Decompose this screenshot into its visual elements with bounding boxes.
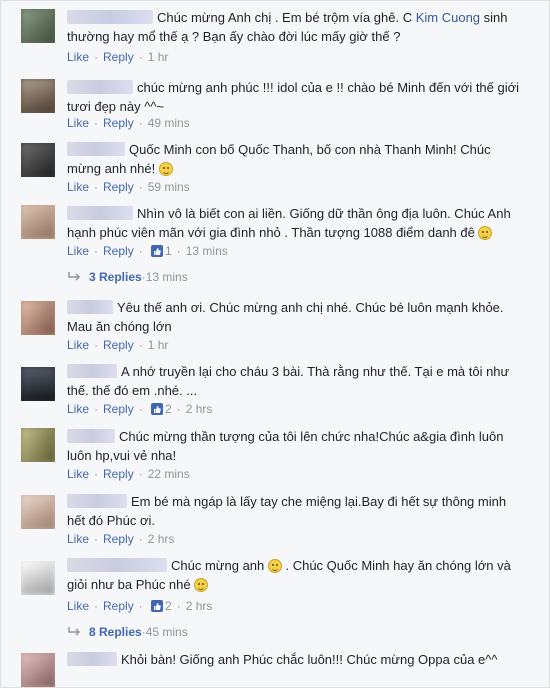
like-count[interactable]: 2 xyxy=(165,402,172,416)
comment-text: Khỏi bàn! Giống anh Phúc chắc luôn!!! Ch… xyxy=(67,650,527,669)
like-button[interactable]: Like xyxy=(67,244,89,258)
timestamp[interactable]: 2 hrs xyxy=(186,599,213,613)
like-icon xyxy=(151,245,164,257)
timestamp[interactable]: 22 mins xyxy=(148,467,190,481)
like-button[interactable]: Like xyxy=(67,402,89,416)
timestamp[interactable]: 59 mins xyxy=(148,180,190,194)
like-button[interactable]: Like xyxy=(67,180,89,194)
avatar[interactable] xyxy=(21,301,55,335)
comment-actions: Like · Reply · 2 · 2 hrs xyxy=(67,599,213,613)
smile-emoji-icon xyxy=(267,559,282,573)
commenter-name[interactable] xyxy=(67,652,117,666)
avatar[interactable] xyxy=(21,561,55,595)
comment-actions: Like · Reply · 1 hr xyxy=(67,338,169,352)
reply-button[interactable]: Reply xyxy=(103,467,134,481)
timestamp[interactable]: 13 mins xyxy=(186,244,228,258)
timestamp[interactable]: 1 hr xyxy=(148,338,169,352)
timestamp[interactable]: 2 hrs xyxy=(186,402,213,416)
replies-time: 13 mins xyxy=(145,270,188,284)
smile-emoji-icon xyxy=(194,578,209,592)
smile-emoji-icon xyxy=(158,162,173,176)
reply-button[interactable]: Reply xyxy=(103,244,134,258)
commenter-name[interactable] xyxy=(67,300,113,314)
like-button[interactable]: Like xyxy=(67,599,89,613)
avatar[interactable] xyxy=(21,653,55,687)
comment-text: Chúc mừng thần tượng của tôi lên chức nh… xyxy=(67,429,504,463)
comment-text: Quốc Minh con bố Quốc Thanh, bố con nhà … xyxy=(67,142,491,176)
timestamp[interactable]: 2 hrs xyxy=(148,532,175,546)
comment-actions: Like · Reply · 1 · 13 mins xyxy=(67,244,228,258)
reply-button[interactable]: Reply xyxy=(103,50,134,64)
comment-actions: Like · Reply · 59 mins xyxy=(67,180,190,194)
comment-text: Yêu thế anh ơi. Chúc mừng anh chị nhé. C… xyxy=(67,300,504,334)
like-button[interactable]: Like xyxy=(67,116,89,130)
commenter-name[interactable] xyxy=(67,142,125,156)
commenter-name[interactable] xyxy=(67,80,133,94)
avatar[interactable] xyxy=(21,428,55,462)
avatar[interactable] xyxy=(21,9,55,43)
comment-actions: Like · Reply · 49 mins xyxy=(67,116,190,130)
view-replies[interactable]: 3 Replies·13 mins xyxy=(67,268,188,286)
replies-count[interactable]: 3 Replies xyxy=(89,270,142,284)
reply-button[interactable]: Reply xyxy=(103,180,134,194)
replies-count[interactable]: 8 Replies xyxy=(89,625,142,639)
reply-button[interactable]: Reply xyxy=(103,116,134,130)
like-button[interactable]: Like xyxy=(67,532,89,546)
reply-button[interactable]: Reply xyxy=(103,402,134,416)
reply-arrow-icon xyxy=(68,272,81,281)
like-count[interactable]: 1 xyxy=(165,244,172,258)
comment-text: chúc mừng anh phúc !!! idol của e !! chà… xyxy=(67,80,520,114)
comments-panel: Chúc mừng Anh chị . Em bé trộm vía ghê. … xyxy=(0,0,550,688)
commenter-name[interactable] xyxy=(67,558,167,572)
avatar[interactable] xyxy=(21,79,55,113)
reply-arrow-icon xyxy=(68,627,81,636)
comment-actions: Like · Reply · 22 mins xyxy=(67,467,190,481)
avatar[interactable] xyxy=(21,367,55,401)
commenter-name[interactable] xyxy=(67,206,133,220)
avatar[interactable] xyxy=(21,205,55,239)
reply-button[interactable]: Reply xyxy=(103,532,134,546)
comment-text: Chúc mừng anh . Chúc Quốc Minh hay ăn ch… xyxy=(67,558,511,592)
like-button[interactable]: Like xyxy=(67,338,89,352)
comment-text: Em bé mà ngáp là lấy tay che miệng lại.B… xyxy=(67,494,507,528)
commenter-name[interactable] xyxy=(67,10,153,24)
like-button[interactable]: Like xyxy=(67,467,89,481)
timestamp[interactable]: 49 mins xyxy=(148,116,190,130)
avatar[interactable] xyxy=(21,143,55,177)
comment-text: A nhớ truyền lại cho cháu 3 bài. Thà rằn… xyxy=(67,364,510,398)
timestamp[interactable]: 1 hr xyxy=(148,50,169,64)
like-icon xyxy=(151,403,164,415)
replies-time: 45 mins xyxy=(145,625,188,639)
commenter-name[interactable] xyxy=(67,364,117,378)
like-count[interactable]: 2 xyxy=(165,599,172,613)
comment-text: Chúc mừng Anh chị . Em bé trộm vía ghê. … xyxy=(67,10,508,44)
like-icon xyxy=(151,600,164,612)
reply-button[interactable]: Reply xyxy=(103,338,134,352)
commenter-name[interactable] xyxy=(67,494,127,508)
reply-button[interactable]: Reply xyxy=(103,599,134,613)
comment-actions: Like · Reply · 1 hr xyxy=(67,50,169,64)
commenter-name[interactable] xyxy=(67,429,115,443)
like-button[interactable]: Like xyxy=(67,50,89,64)
grin-emoji-icon xyxy=(478,226,493,240)
comment-text: Nhìn vô là biết con ai liền. Giống dữ th… xyxy=(67,206,511,240)
view-replies[interactable]: 8 Replies·45 mins xyxy=(67,623,188,641)
mention-link[interactable]: Kim Cuong xyxy=(416,10,480,25)
comment-actions: Like · Reply · 2 · 2 hrs xyxy=(67,402,213,416)
avatar[interactable] xyxy=(21,495,55,529)
comment-actions: Like · Reply · 2 hrs xyxy=(67,532,175,546)
